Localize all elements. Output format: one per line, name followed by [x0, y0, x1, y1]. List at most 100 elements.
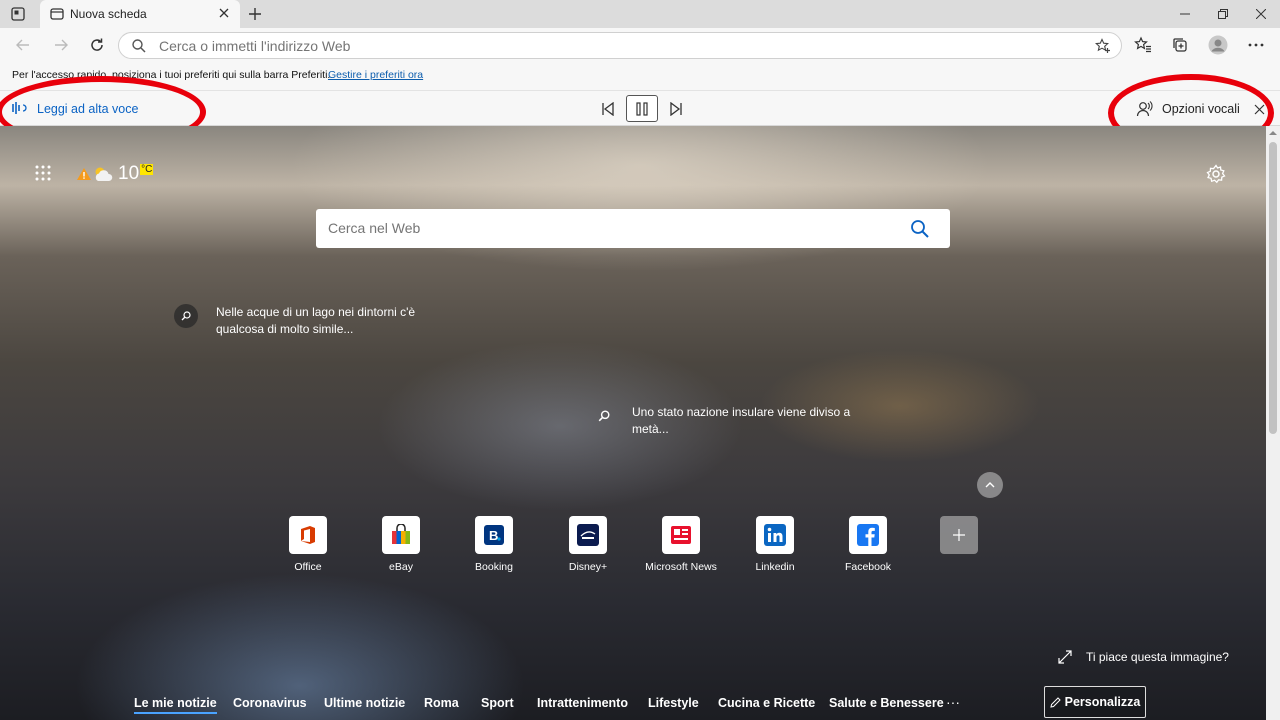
- address-bar[interactable]: [118, 32, 1122, 59]
- hotspot-search-icon: [174, 304, 198, 328]
- scrollbar-thumb[interactable]: [1269, 142, 1277, 434]
- hotspot-text: Uno stato nazione insulare viene diviso …: [632, 405, 851, 436]
- manage-favorites-link[interactable]: Gestire i preferiti ora: [328, 69, 423, 81]
- favorites-button[interactable]: [1133, 35, 1153, 55]
- quick-link-disney-plus[interactable]: Disney+: [548, 516, 628, 573]
- image-hotspot-2[interactable]: Uno stato nazione insulare viene diviso …: [592, 404, 872, 438]
- favorites-bar-message: Per l'accesso rapido, posiziona i tuoi p…: [12, 69, 331, 81]
- pause-icon: [636, 101, 648, 116]
- quick-link-microsoft-news[interactable]: Microsoft News: [641, 516, 721, 573]
- title-bar: Nuova scheda: [0, 0, 1280, 28]
- page-scrollbar[interactable]: [1266, 126, 1280, 720]
- more-icon: [1248, 43, 1264, 47]
- news-tab-sport[interactable]: Sport: [481, 696, 514, 710]
- forward-button[interactable]: [50, 34, 72, 56]
- web-search-box[interactable]: [316, 209, 950, 248]
- personalize-button[interactable]: Personalizza: [1044, 686, 1146, 718]
- scroll-up-arrow-icon[interactable]: [1269, 129, 1277, 137]
- skip-previous-icon: [602, 102, 614, 116]
- collapse-quick-links-button[interactable]: [977, 472, 1003, 498]
- search-icon: [132, 39, 146, 53]
- gear-icon[interactable]: [1206, 164, 1226, 184]
- expand-icon: [1058, 650, 1072, 664]
- news-tab-rome[interactable]: Roma: [424, 696, 459, 710]
- office-icon: [289, 516, 327, 554]
- close-window-button[interactable]: [1242, 0, 1280, 28]
- partly-cloudy-icon: [95, 167, 113, 181]
- warning-icon: [77, 168, 91, 180]
- tab-actions-icon: [11, 7, 25, 21]
- search-icon[interactable]: [910, 219, 930, 239]
- arrow-right-icon: [55, 39, 68, 51]
- collections-button[interactable]: [1170, 35, 1190, 55]
- quick-link-office[interactable]: Office: [268, 516, 348, 573]
- tab-actions-button[interactable]: [8, 5, 28, 23]
- news-tab-entertainment[interactable]: Intrattenimento: [537, 696, 628, 710]
- quick-link-linkedin[interactable]: Linkedin: [735, 516, 815, 573]
- minimize-button[interactable]: [1166, 0, 1204, 28]
- pause-button[interactable]: [626, 95, 658, 122]
- image-feedback-text: Ti piace questa immagine?: [1086, 650, 1229, 664]
- weather-temperature: 10: [118, 163, 140, 184]
- disney-plus-icon: [569, 516, 607, 554]
- news-more-button[interactable]: ···: [946, 694, 960, 710]
- weather-unit: °C: [140, 164, 154, 175]
- read-aloud-close-button[interactable]: [1250, 100, 1268, 118]
- collections-icon: [1173, 38, 1187, 52]
- tab-new-tab[interactable]: Nuova scheda: [40, 0, 240, 28]
- booking-icon: B: [475, 516, 513, 554]
- weather-widget[interactable]: 10 °C: [76, 162, 154, 186]
- toolbar: [0, 28, 1280, 62]
- linkedin-icon: [756, 516, 794, 554]
- next-paragraph-button[interactable]: [666, 99, 686, 119]
- close-icon: [1256, 9, 1266, 19]
- add-favorite-icon[interactable]: [1095, 38, 1111, 54]
- profile-button[interactable]: [1208, 35, 1228, 55]
- news-tab-my-news[interactable]: Le mie notizie: [134, 696, 217, 714]
- news-tab-cooking[interactable]: Cucina e Ricette: [718, 696, 815, 710]
- svg-text:B: B: [489, 528, 498, 543]
- quick-link-facebook[interactable]: Facebook: [828, 516, 908, 573]
- settings-more-button[interactable]: [1246, 35, 1266, 55]
- favorites-bar: Per l'accesso rapido, posiziona i tuoi p…: [0, 62, 1280, 90]
- quick-link-label: Office: [294, 561, 322, 573]
- news-tab-lifestyle[interactable]: Lifestyle: [648, 696, 699, 710]
- quick-link-label: Disney+: [568, 561, 608, 573]
- maximize-button[interactable]: [1204, 0, 1242, 28]
- chevron-up-icon: [985, 482, 995, 488]
- quick-link-booking[interactable]: B Booking: [454, 516, 534, 573]
- hotspot-search-icon: [592, 404, 616, 428]
- address-input[interactable]: [157, 36, 1057, 56]
- quick-link-label: eBay: [389, 561, 413, 573]
- news-tab-coronavirus[interactable]: Coronavirus: [233, 696, 307, 710]
- hotspot-text: Nelle acque di un lago nei dintorni c'è …: [216, 305, 416, 336]
- image-feedback[interactable]: Ti piace questa immagine?: [1058, 650, 1229, 664]
- web-search-input[interactable]: [326, 218, 886, 238]
- pencil-icon: [1049, 696, 1061, 708]
- arrow-left-icon: [16, 39, 29, 51]
- apps-grid-icon[interactable]: [34, 164, 52, 182]
- new-tab-page: 10 °C Nelle acque di un lago nei dintorn…: [0, 126, 1266, 720]
- quick-link-label: Facebook: [844, 561, 892, 573]
- previous-paragraph-button[interactable]: [598, 99, 618, 119]
- facebook-icon: [849, 516, 887, 554]
- new-tab-favicon-icon: [50, 8, 64, 20]
- voice-options-label[interactable]: Opzioni vocali: [1162, 102, 1240, 116]
- back-button[interactable]: [12, 34, 34, 56]
- new-tab-button[interactable]: [246, 5, 264, 23]
- refresh-button[interactable]: [86, 34, 108, 56]
- favorites-icon: [1134, 36, 1151, 53]
- personalize-label: Personalizza: [1064, 695, 1141, 709]
- quick-link-ebay[interactable]: eBay: [361, 516, 441, 573]
- plus-icon: [249, 8, 261, 20]
- news-tab-health[interactable]: Salute e Benessere: [829, 696, 944, 710]
- read-aloud-bar: Leggi ad alta voce Opzioni vocali: [0, 90, 1280, 126]
- refresh-icon: [91, 38, 103, 51]
- image-hotspot-1[interactable]: Nelle acque di un lago nei dintorni c'è …: [174, 304, 454, 338]
- news-tab-latest-news[interactable]: Ultime notizie: [324, 696, 405, 710]
- tab-close-button[interactable]: [216, 5, 232, 21]
- add-quick-link-button[interactable]: [919, 516, 999, 554]
- voice-options-icon[interactable]: [1136, 100, 1154, 118]
- close-icon: [1254, 104, 1264, 114]
- skip-next-icon: [670, 102, 682, 116]
